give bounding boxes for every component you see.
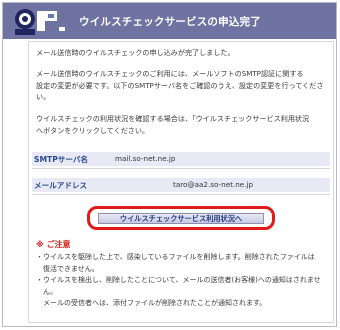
note-line: ・ウイルスを駆除した上で、感染しているファイルを削除します。削除されたファイルは — [36, 253, 315, 261]
smtp-server-label: SMTPサーバ名 — [34, 155, 89, 164]
page-frame: ウイルスチェックサービスの申込完了 メール送信時のウイルスチェックの申し込みが完… — [2, 2, 337, 327]
smtp-instructions: メール送信時のウイルスチェックのご利用には、メールソフトのSMTP認証に関する … — [36, 68, 328, 103]
notes-list: ・ウイルスを駆除した上で、感染しているファイルを削除します。削除されたファイルは… — [36, 252, 328, 310]
note-line: ん。 — [43, 287, 57, 296]
divider — [32, 168, 330, 169]
status-instructions-line: へボタンをクリックしてください。 — [36, 125, 150, 135]
content-panel: メール送信時のウイルスチェックの申し込みが完了しました。 メール送信時のウイルス… — [28, 41, 334, 323]
smtp-instructions-line: メール送信時のウイルスチェックのご利用には、メールソフトのSMTP認証に関する — [36, 69, 304, 78]
so-net-logo-icon — [7, 5, 67, 37]
note-line: ・ウイルスを検出し、削除したことについて、メールの送信者(お客様)への通知はされ… — [36, 276, 321, 284]
header-bar: ウイルスチェックサービスの申込完了 — [3, 3, 336, 39]
completion-message: メール送信時のウイルスチェックの申し込みが完了しました。 — [36, 48, 235, 57]
highlight-frame: ウイルスチェックサービス利用状況へ — [87, 206, 275, 230]
smtp-server-value: mail.so-net.ne.jp — [115, 154, 176, 163]
smtp-server-row: SMTPサーバ名 mail.so-net.ne.jp — [32, 152, 330, 166]
smtp-instructions-line: 設定の変更が必要です。以下のSMTPサーバ名をご確認のうえ、設定の変更を行ってく… — [36, 80, 324, 90]
mail-address-value: taro@aa2.so-net.ne.jp — [173, 180, 254, 189]
mail-address-row: メールアドレス taro@aa2.so-net.ne.jp — [32, 178, 330, 192]
notes-title: ※ ご注意 — [36, 240, 71, 249]
divider — [32, 194, 330, 195]
page-title: ウイルスチェックサービスの申込完了 — [79, 16, 261, 28]
virus-check-status-button[interactable]: ウイルスチェックサービス利用状況へ — [98, 213, 264, 224]
note-line: 復活できません。 — [43, 264, 99, 273]
smtp-instructions-line: い。 — [36, 92, 51, 101]
note-line: メールの受信者へは、添付ファイルが削除されたことが通知されます。 — [43, 299, 267, 307]
mail-address-label: メールアドレス — [34, 181, 88, 190]
status-instructions-line: ウイルスチェックの利用状況を確認する場合は、「ウイルスチェックサービス利用状況 — [36, 114, 310, 123]
status-instructions: ウイルスチェックの利用状況を確認する場合は、「ウイルスチェックサービス利用状況 … — [36, 113, 328, 136]
